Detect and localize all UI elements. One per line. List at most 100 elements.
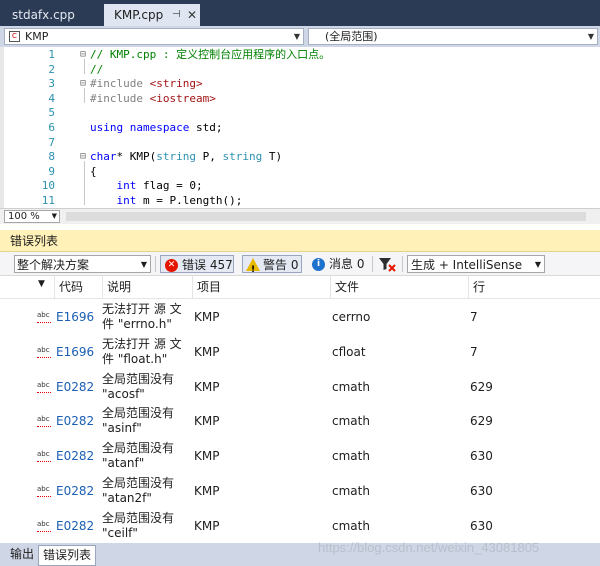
column-header-desc[interactable]: 说明: [102, 276, 192, 298]
zoom-dropdown[interactable]: 100 % ▼: [4, 210, 60, 223]
error-code: E0282: [56, 484, 95, 498]
document-tab-strip: stdafx.cpp KMP.cpp ⊣ ✕: [0, 0, 600, 26]
line-number: 1: [48, 48, 55, 61]
error-code: E0282: [56, 518, 95, 533]
project-dropdown[interactable]: C KMP ▼: [4, 28, 304, 45]
intellisense-error-icon: abc: [37, 312, 51, 323]
code-text: int flag = 0;: [90, 179, 203, 194]
line-number: 6: [48, 121, 55, 134]
code-text: #include <string>: [90, 77, 203, 92]
navigation-bar: C KMP ▼ (全局范围) ▼: [0, 26, 600, 47]
error-project: KMP: [194, 414, 220, 429]
code-text: #include <iostream>: [90, 92, 216, 107]
error-line: 7: [470, 310, 478, 324]
code-token: // KMP.cpp : 定义控制台应用程序的入口点。: [90, 48, 331, 61]
error-project: KMP: [194, 484, 220, 498]
code-text: int m = P.length();: [90, 194, 243, 208]
build-intellisense-dropdown[interactable]: 生成 + IntelliSense ▼: [407, 255, 545, 273]
tab-error-list[interactable]: 错误列表: [38, 545, 97, 566]
close-icon[interactable]: ✕: [187, 4, 197, 26]
intellisense-error-icon: abc: [37, 520, 51, 532]
table-row[interactable]: abc E1696 无法打开 源 文件 "errno.h" KMP cerrno 7: [0, 300, 600, 335]
code-token: T): [262, 150, 283, 164]
error-file: cmath: [332, 449, 370, 464]
code-token: //: [90, 62, 104, 76]
tab-kmp-cpp[interactable]: KMP.cpp ⊣ ✕: [104, 4, 200, 26]
error-icon: ✕: [165, 259, 178, 272]
line-number: 7: [48, 135, 55, 149]
code-token: int: [116, 194, 137, 207]
horizontal-scrollbar[interactable]: [66, 212, 586, 221]
code-line[interactable]: 5: [0, 106, 600, 121]
error-description: 全局范围没有 "ceilf": [102, 510, 175, 540]
error-line: 7: [470, 344, 478, 359]
table-row[interactable]: abc E0282 全局范围没有 "atanf" KMP cmath 630: [0, 439, 600, 474]
code-token: std;: [189, 121, 223, 134]
fold-toggle-icon[interactable]: ⊟: [80, 48, 90, 63]
code-token: namespace: [129, 121, 190, 134]
error-file: cmath: [332, 379, 370, 394]
scope-dropdown[interactable]: (全局范围) ▼: [308, 28, 598, 45]
errors-filter-button[interactable]: ✕ 错误 457: [160, 255, 234, 273]
table-row[interactable]: abc E0282 全局范围没有 "asinf" KMP cmath 629: [0, 404, 600, 439]
intellisense-error-icon: abc: [37, 451, 51, 463]
error-description: 全局范围没有 "atanf": [102, 441, 175, 471]
line-number: 8: [48, 150, 55, 164]
line-number: 9: [48, 164, 55, 178]
code-token: <iostream>: [149, 91, 216, 105]
solution-scope-dropdown[interactable]: 整个解决方案 ▼: [14, 255, 151, 273]
error-line: 630: [470, 518, 493, 533]
error-description: 全局范围没有 "acosf": [102, 371, 175, 401]
code-line[interactable]: 4 #include <iostream>: [0, 92, 600, 107]
sort-icon[interactable]: ▼: [34, 276, 54, 298]
code-line[interactable]: 8 ⊟ char* KMP(string P, string T): [0, 150, 600, 165]
table-row[interactable]: abc E1696 无法打开 源 文件 "float.h" KMP cfloat 7: [0, 335, 600, 370]
error-project: KMP: [194, 379, 220, 394]
code-line[interactable]: 2 //: [0, 63, 600, 78]
error-line: 630: [470, 484, 493, 498]
chevron-down-icon: ▼: [293, 32, 300, 41]
intellisense-error-icon: abc: [37, 381, 51, 393]
code-text: //: [90, 63, 103, 78]
column-header-line[interactable]: 行: [468, 276, 600, 298]
code-token: #include: [90, 77, 150, 91]
chevron-down-icon: ▼: [140, 260, 147, 269]
toolbar-separator: [372, 256, 373, 272]
filter-icon[interactable]: [376, 255, 398, 273]
error-project: KMP: [194, 518, 220, 533]
intellisense-error-icon: abc: [37, 416, 51, 428]
error-table-body: abc E1696 无法打开 源 文件 "errno.h" KMP cerrno 7 abc…: [0, 300, 600, 542]
code-line[interactable]: 1 ⊟// KMP.cpp : 定义控制台应用程序的入口点。: [0, 48, 600, 63]
code-line[interactable]: 7: [0, 136, 600, 151]
code-editor[interactable]: 1 ⊟// KMP.cpp : 定义控制台应用程序的入口点。 2//3 ⊟ #inclu…: [0, 47, 600, 208]
fold-toggle-icon[interactable]: ⊟: [80, 77, 90, 92]
table-row[interactable]: abc E0282 全局范围没有 "atan2f" KMP cmath 630: [0, 474, 600, 509]
line-number: 4: [48, 91, 55, 105]
fold-guide: [84, 88, 85, 103]
error-project: KMP: [194, 310, 220, 324]
code-line[interactable]: 6 using namespace std;: [0, 121, 600, 136]
pin-icon[interactable]: ⊣: [172, 4, 181, 26]
line-number: 3: [48, 77, 55, 91]
table-row[interactable]: abc E0282 全局范围没有 "acosf" KMP cmath 629: [0, 370, 600, 405]
error-line: 629: [470, 379, 493, 394]
tab-stdafx-cpp[interactable]: stdafx.cpp: [2, 4, 110, 26]
table-row[interactable]: abc E0282 全局范围没有 "ceilf" KMP cmath 630: [0, 509, 600, 542]
error-code: E0282: [56, 379, 95, 394]
code-line[interactable]: 9{: [0, 165, 600, 180]
column-header-code[interactable]: 代码: [54, 276, 102, 298]
code-line[interactable]: 3 ⊟ #include <string>: [0, 77, 600, 92]
warnings-filter-button[interactable]: ! 警告 0: [242, 255, 302, 275]
column-header-project[interactable]: 项目: [192, 276, 330, 298]
error-file: cmath: [332, 484, 370, 498]
column-header-file[interactable]: 文件: [330, 276, 468, 298]
code-line[interactable]: 11 int m = P.length();: [0, 194, 600, 208]
code-token: char: [90, 150, 117, 164]
messages-filter-button[interactable]: i 消息 0: [309, 255, 369, 273]
code-token: string: [222, 150, 263, 164]
fold-toggle-icon[interactable]: ⊟: [80, 150, 90, 165]
tab-output[interactable]: 输出: [6, 545, 38, 564]
code-line[interactable]: 10 int flag = 0;: [0, 179, 600, 194]
error-line: 630: [470, 449, 493, 464]
